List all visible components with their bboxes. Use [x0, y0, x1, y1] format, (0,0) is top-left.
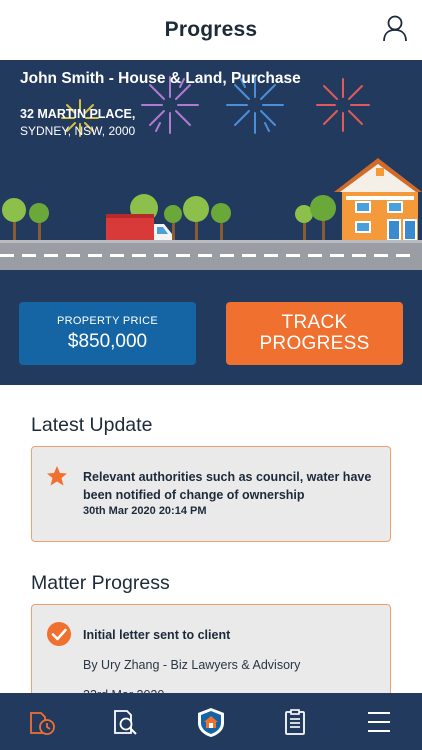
latest-update-date: 30th Mar 2020 20:14 PM — [83, 505, 207, 517]
tab-home[interactable] — [195, 706, 227, 738]
matter-title: John Smith - House & Land, Purchase — [20, 70, 301, 87]
track-progress-label-line1: TRACK — [281, 312, 348, 333]
clipboard-icon — [285, 709, 305, 735]
menu-icon — [368, 712, 390, 732]
bottom-tab-bar — [0, 693, 422, 750]
address-line-1: 32 MARTIN PLACE, — [20, 107, 136, 121]
tab-tasks[interactable] — [279, 706, 311, 738]
property-price-box: PROPERTY PRICE $850,000 — [19, 302, 196, 365]
tab-documents[interactable] — [110, 706, 142, 738]
tab-menu[interactable] — [363, 706, 395, 738]
user-icon[interactable] — [382, 14, 408, 42]
matter-progress-heading: Matter Progress — [31, 572, 170, 594]
latest-update-card[interactable]: Relevant authorities such as council, wa… — [31, 446, 391, 542]
top-header: Progress — [0, 0, 422, 60]
progress-clock-icon — [30, 712, 55, 735]
tab-progress[interactable] — [26, 706, 58, 738]
check-circle-icon — [47, 622, 71, 646]
page-title: Progress — [164, 18, 258, 41]
track-progress-button[interactable]: TRACK PROGRESS — [226, 302, 403, 365]
property-price-value: $850,000 — [67, 331, 148, 352]
property-hero: John Smith - House & Land, Purchase 32 M… — [0, 60, 422, 385]
track-progress-label-line2: PROGRESS — [259, 333, 370, 354]
street-illustration — [0, 76, 422, 270]
latest-update-text: Relevant authorities such as council, wa… — [83, 470, 372, 502]
latest-update-heading: Latest Update — [31, 414, 153, 436]
home-shield-icon — [198, 708, 224, 737]
house-illustration — [334, 158, 422, 241]
document-search-icon — [114, 710, 137, 735]
star-icon — [47, 466, 67, 486]
address-line-2: SYDNEY, NSW, 2000 — [20, 124, 136, 138]
matter-progress-title: Initial letter sent to client — [83, 628, 231, 642]
property-price-label: PROPERTY PRICE — [57, 315, 158, 327]
matter-progress-author: By Ury Zhang - Biz Lawyers & Advisory — [83, 658, 301, 672]
